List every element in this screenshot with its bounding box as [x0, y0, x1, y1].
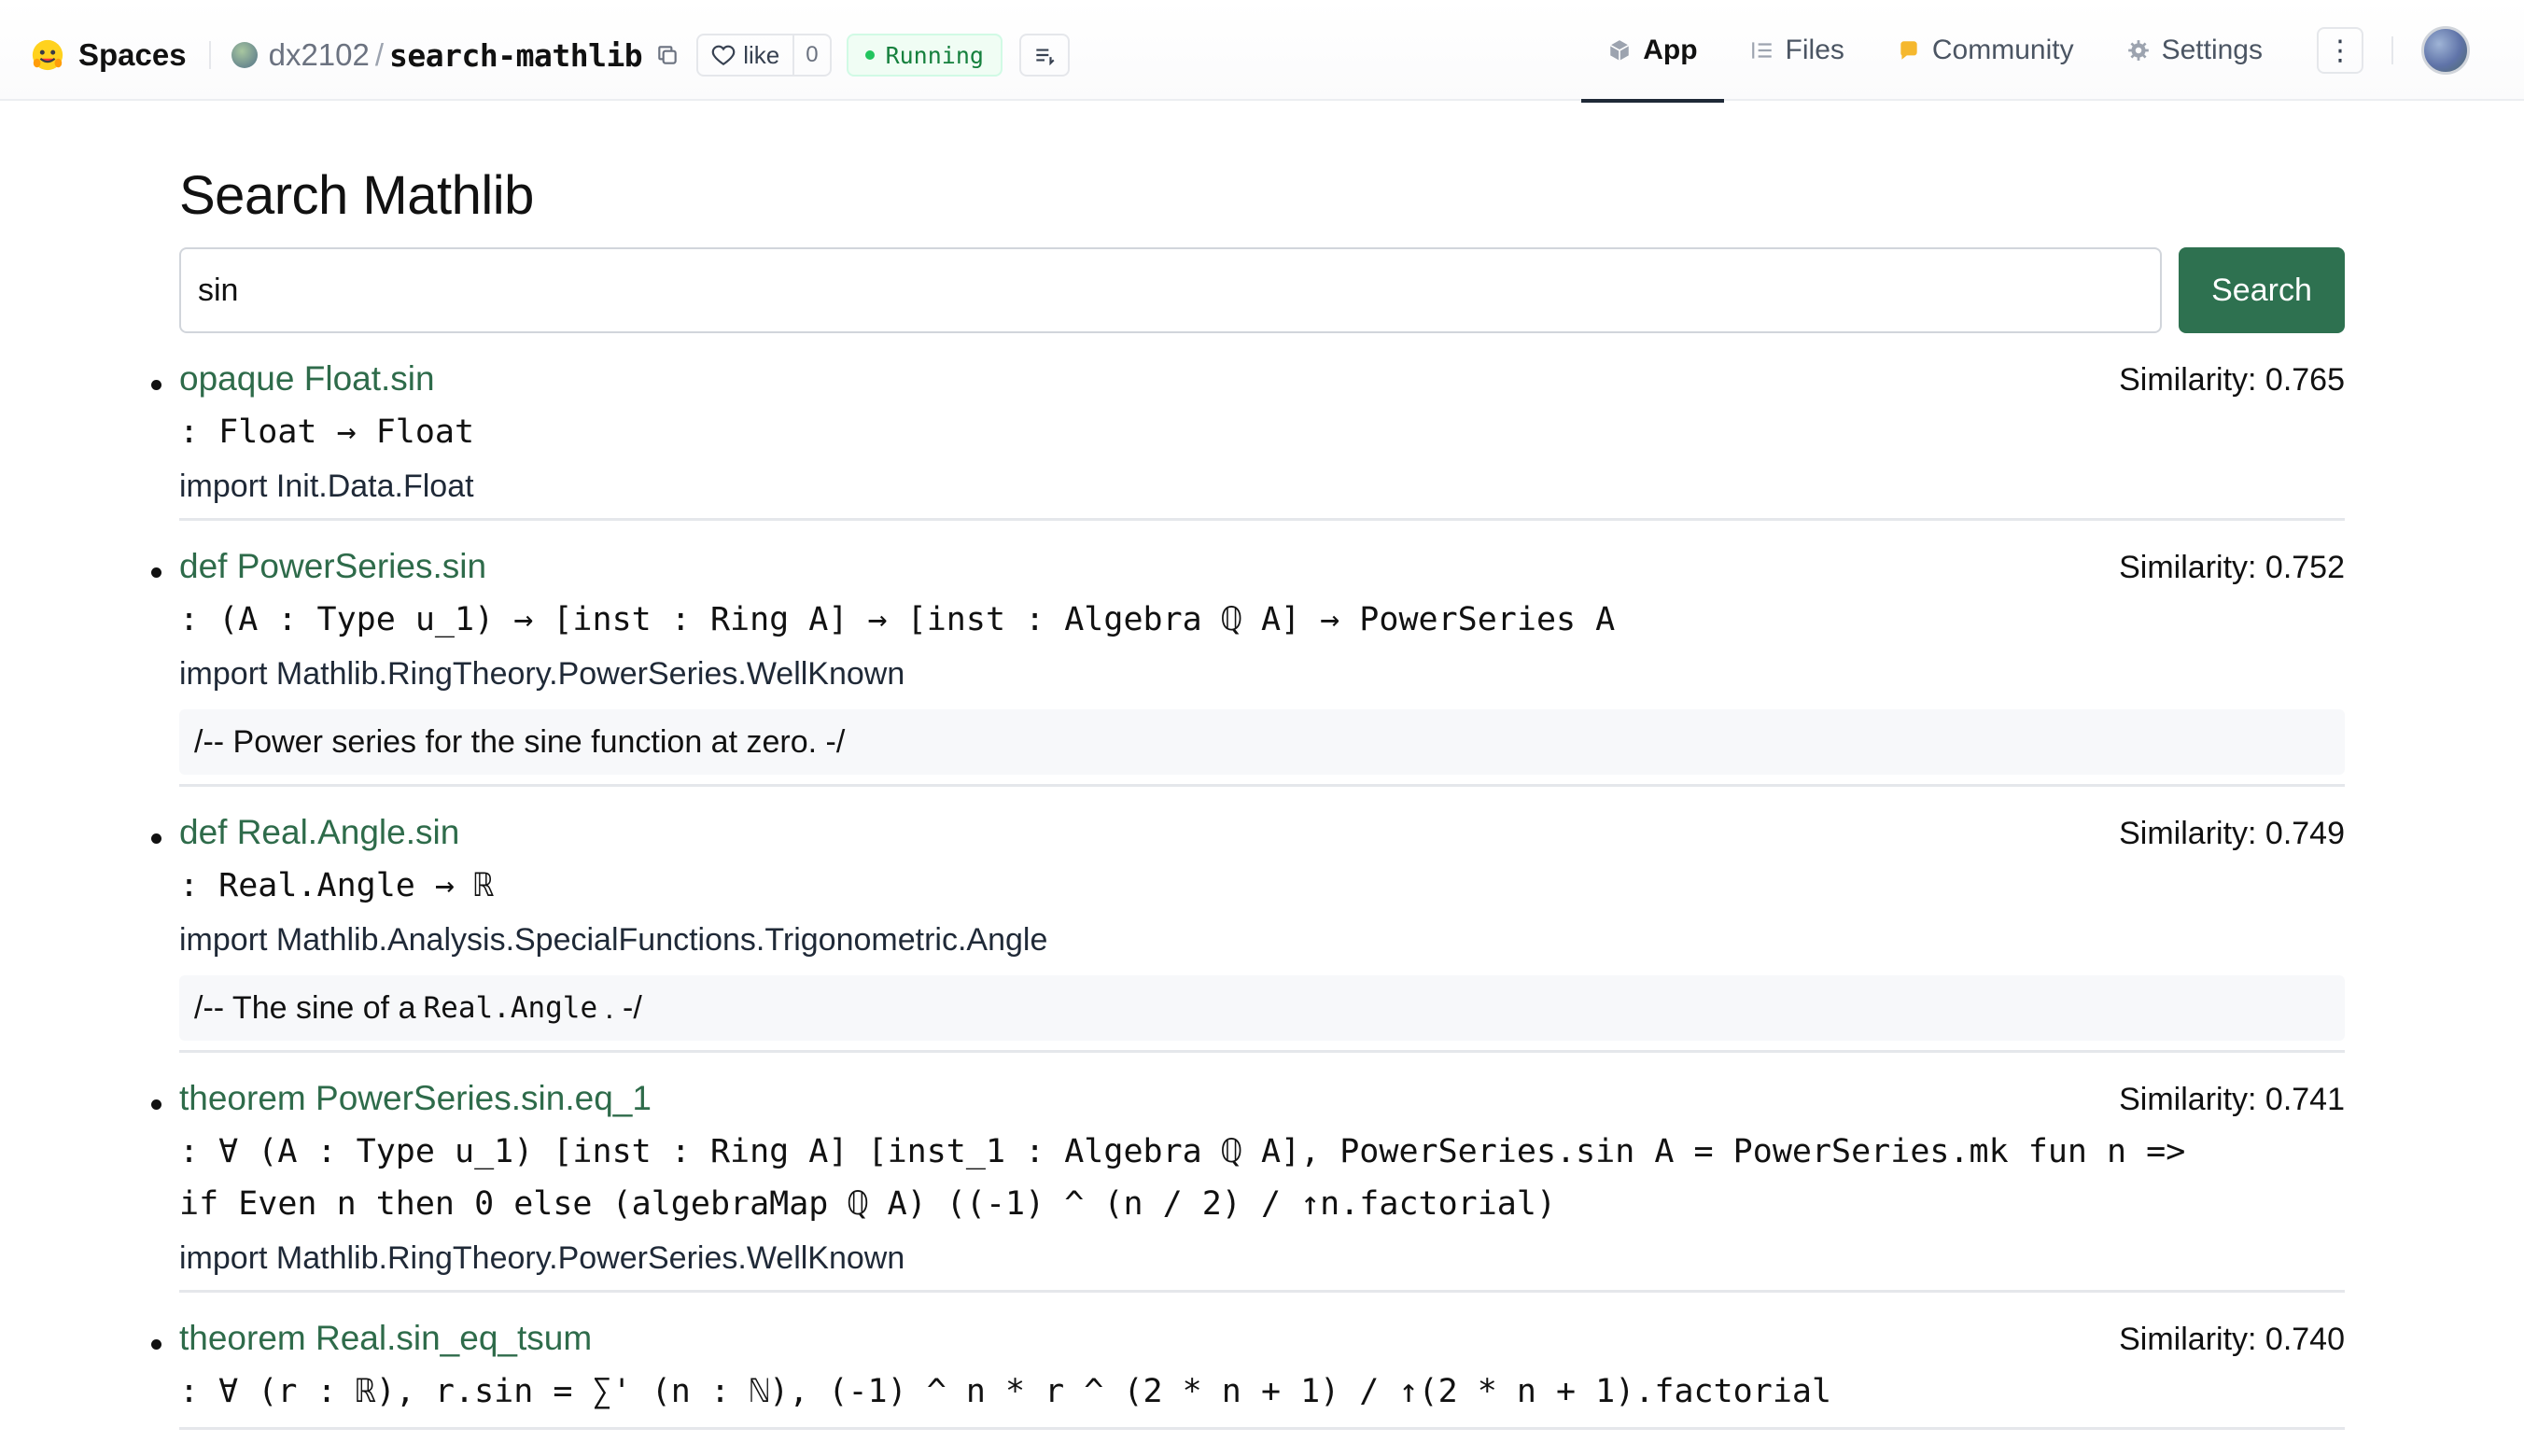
tab-community[interactable]: Community	[1871, 0, 2100, 101]
logs-button[interactable]	[1018, 34, 1070, 77]
results-list: opaque Float.sin Similarity: 0.765 : Flo…	[151, 359, 2345, 1430]
result-import: import Mathlib.RingTheory.PowerSeries.We…	[179, 1240, 905, 1276]
docstring-text: /-- The sine of a	[194, 989, 416, 1026]
list-item: opaque Float.sin Similarity: 0.765 : Flo…	[151, 359, 2345, 521]
copy-icon[interactable]	[655, 43, 680, 67]
similarity-score: Similarity: 0.752	[2119, 550, 2345, 585]
result-name-link[interactable]: def Real.Angle.sin	[179, 813, 459, 852]
result-type-signature: : Float → Float	[179, 413, 475, 451]
owner-link[interactable]: dx2102	[269, 37, 370, 73]
tab-files[interactable]: Files	[1724, 0, 1871, 101]
files-icon	[1751, 42, 1772, 59]
result-type-signature: : ∀ (r : ℝ), r.sin = ∑' (n : ℕ), (-1) ^ …	[179, 1373, 1832, 1410]
result-docstring: /-- The sine of a Real.Angle . -/	[179, 975, 2345, 1041]
docstring-code: Real.Angle	[423, 991, 598, 1025]
result-name-link[interactable]: opaque Float.sin	[179, 359, 435, 399]
result-name-link[interactable]: def PowerSeries.sin	[179, 547, 486, 586]
like-button[interactable]: like	[698, 35, 792, 75]
user-avatar[interactable]	[2421, 26, 2470, 75]
path-separator: /	[374, 37, 385, 72]
tab-app[interactable]: App	[1581, 0, 1724, 103]
result-name-link[interactable]: theorem Real.sin_eq_tsum	[179, 1319, 592, 1358]
list-item: def PowerSeries.sin Similarity: 0.752 : …	[151, 547, 2345, 787]
result-type-signature: : Real.Angle → ℝ	[179, 867, 495, 904]
more-options-button[interactable]: ⋮	[2317, 27, 2363, 74]
page-title: Search Mathlib	[179, 165, 534, 226]
tab-files-label: Files	[1785, 35, 1844, 65]
heart-icon	[711, 45, 736, 66]
similarity-score: Similarity: 0.740	[2119, 1322, 2345, 1357]
result-type-signature: : (A : Type u_1) → [inst : Ring A] → [in…	[179, 601, 1616, 638]
status-badge[interactable]: Running	[846, 34, 1003, 77]
community-icon	[1900, 41, 1917, 60]
spaces-link[interactable]: Spaces	[78, 37, 187, 73]
status-dot-icon	[864, 50, 875, 60]
owner-avatar[interactable]	[231, 42, 258, 68]
space-header: Spaces dx2102 / search-mathlib like 0 Ru…	[30, 30, 1070, 80]
search-input[interactable]	[179, 247, 2162, 333]
like-widget: like 0	[696, 34, 832, 77]
like-label: like	[743, 40, 780, 69]
result-name-link[interactable]: theorem PowerSeries.sin.eq_1	[179, 1079, 652, 1118]
divider	[2391, 36, 2393, 64]
repo-name-link[interactable]: search-mathlib	[389, 37, 643, 74]
list-item: def Real.Angle.sin Similarity: 0.749 : R…	[151, 813, 2345, 1053]
divider	[208, 41, 211, 69]
hugging-face-logo-icon[interactable]	[30, 37, 65, 73]
result-import: import Mathlib.Analysis.SpecialFunctions…	[179, 922, 1048, 958]
top-bar: Spaces dx2102 / search-mathlib like 0 Ru…	[0, 0, 2524, 103]
similarity-score: Similarity: 0.741	[2119, 1082, 2345, 1117]
result-docstring: /-- Power series for the sine function a…	[179, 709, 2345, 775]
status-text: Running	[885, 41, 984, 69]
search-button[interactable]: Search	[2179, 247, 2345, 333]
result-import: import Init.Data.Float	[179, 469, 474, 504]
similarity-score: Similarity: 0.765	[2119, 362, 2345, 398]
like-count[interactable]: 0	[792, 35, 829, 75]
result-type-signature: : ∀ (A : Type u_1) [inst : Ring A] [inst…	[179, 1133, 2186, 1223]
tab-settings[interactable]: Settings	[2100, 0, 2289, 101]
docstring-text: . -/	[605, 989, 642, 1026]
tab-community-label: Community	[1931, 35, 2074, 65]
result-import: import Mathlib.RingTheory.PowerSeries.We…	[179, 656, 905, 692]
gear-icon	[2127, 40, 2149, 61]
app-content: Search Mathlib Search opaque Float.sin S…	[151, 101, 2345, 1456]
logs-icon	[1036, 49, 1055, 66]
tab-app-label: App	[1643, 35, 1698, 65]
search-bar: Search	[179, 247, 2345, 333]
cube-icon	[1610, 40, 1630, 61]
list-item: theorem Real.sin_eq_tsum Similarity: 0.7…	[151, 1319, 2345, 1430]
tab-settings-label: Settings	[2161, 35, 2263, 65]
space-nav: App Files Community Settings ⋮	[1581, 0, 2524, 103]
list-item: theorem PowerSeries.sin.eq_1 Similarity:…	[151, 1079, 2345, 1293]
similarity-score: Similarity: 0.749	[2119, 816, 2345, 851]
